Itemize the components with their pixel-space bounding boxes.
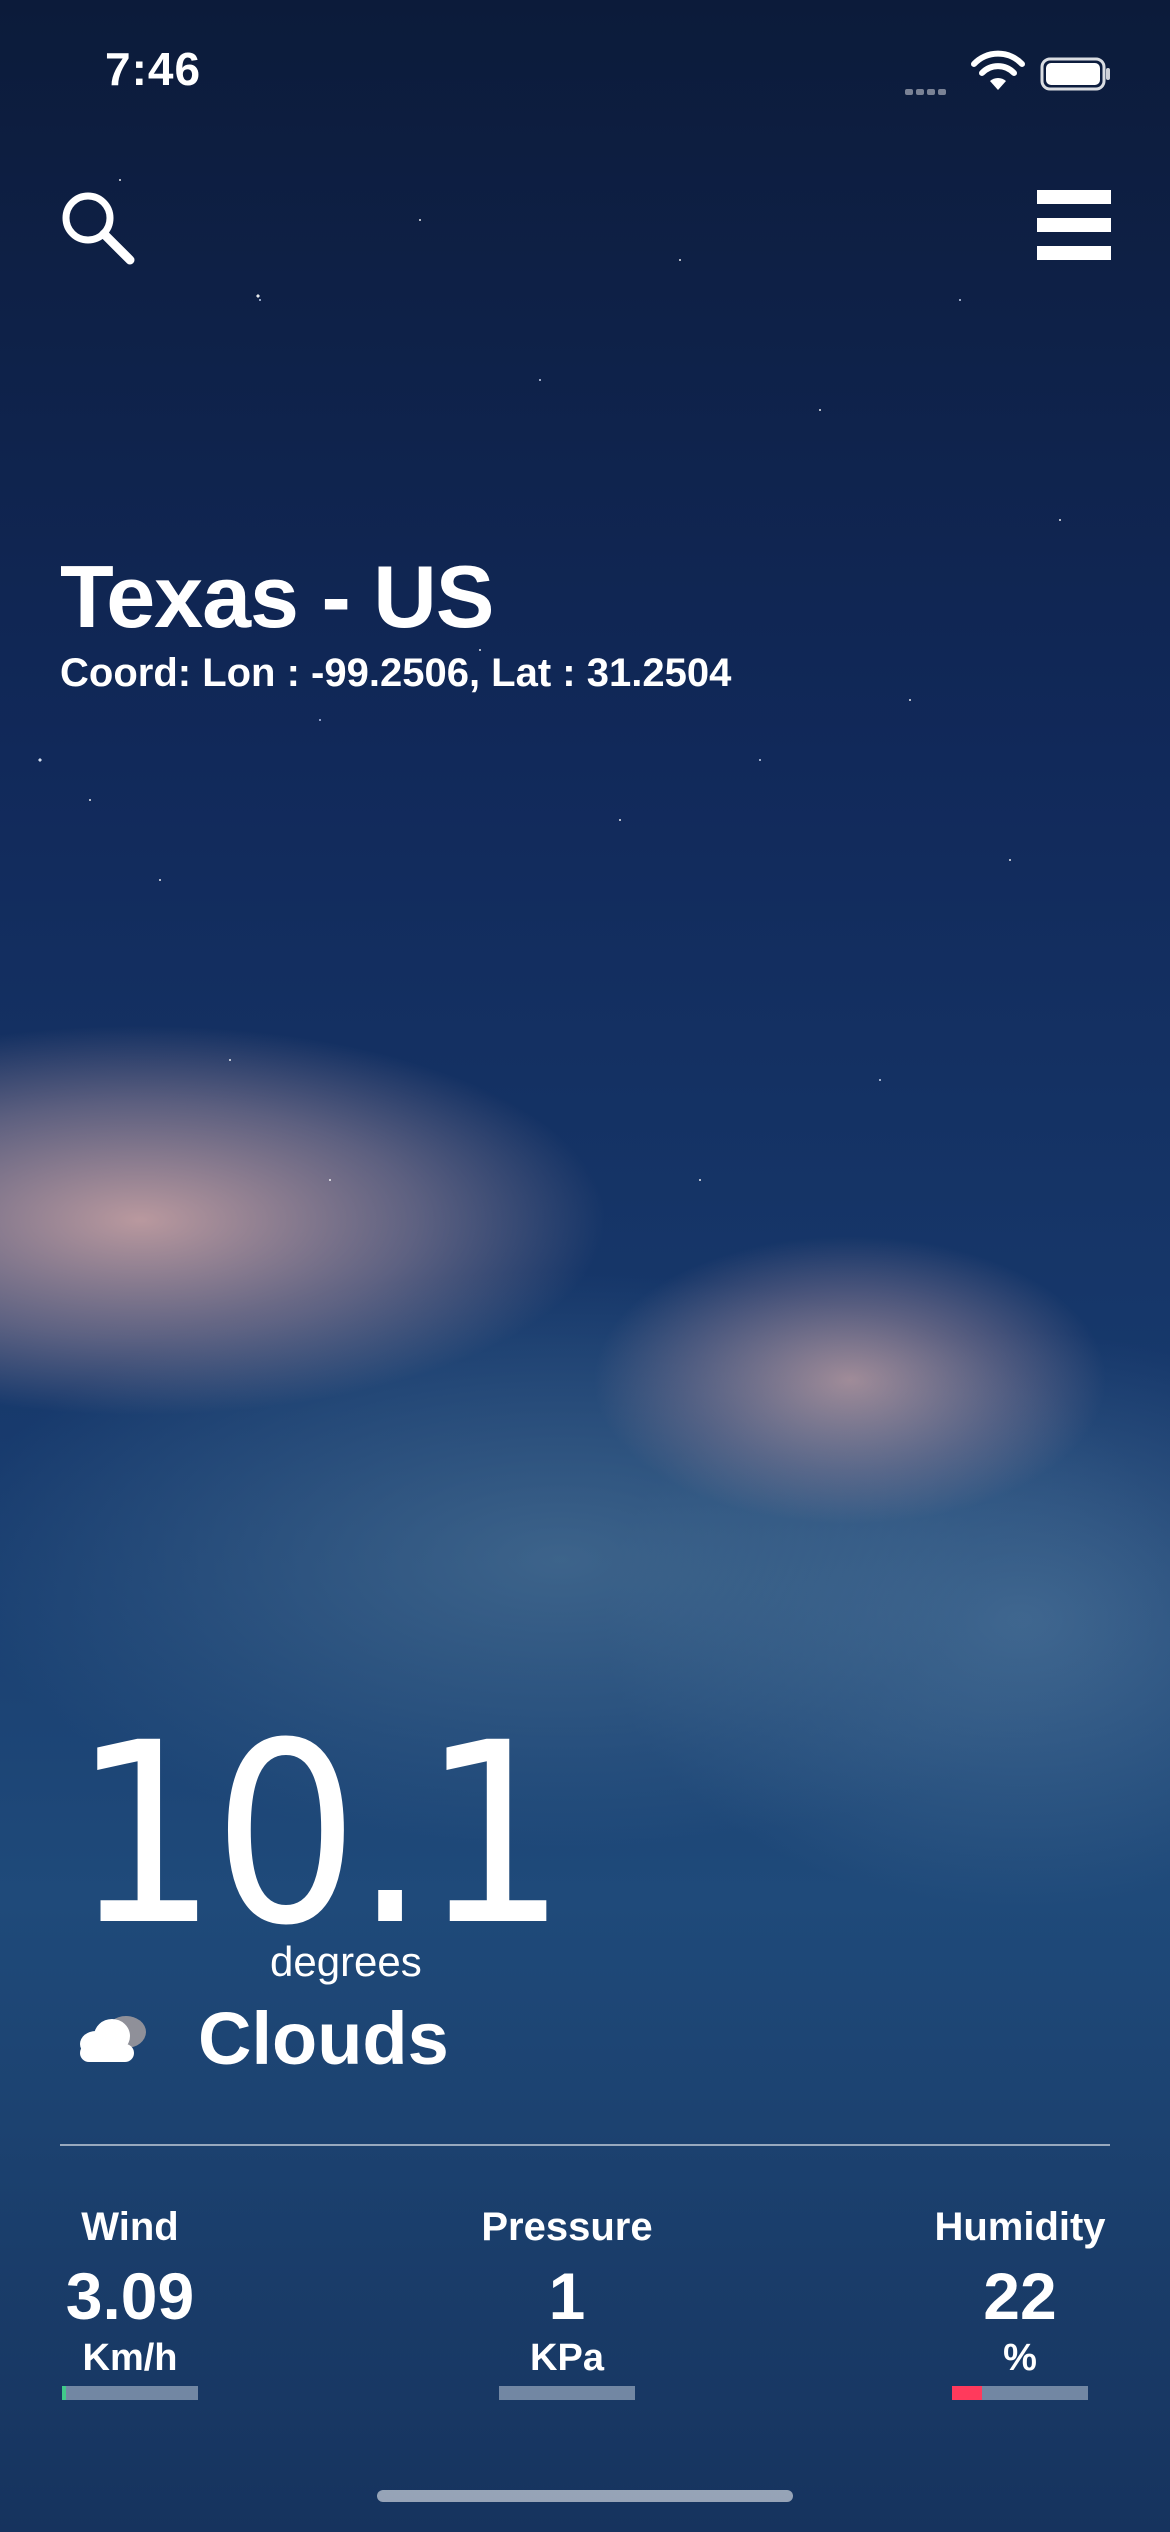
pressure-value: 1	[548, 2259, 586, 2333]
location-block: Texas - US Coord: Lon : -99.2506, Lat : …	[60, 548, 731, 698]
humidity-label: Humidity	[934, 2205, 1106, 2249]
condition-label: Clouds	[198, 1996, 449, 2080]
pressure-stat: Pressure 1 KPa	[457, 2200, 677, 2400]
weather-screen: 7:46 Texas - US Coord: Lon : -99.2506, L…	[0, 0, 1170, 2532]
wind-value: 3.09	[65, 2259, 195, 2333]
home-indicator[interactable]	[377, 2490, 793, 2502]
humidity-unit: %	[1003, 2337, 1037, 2379]
wind-level-fill	[62, 2386, 67, 2400]
pressure-unit: KPa	[530, 2337, 604, 2379]
location-title: Texas - US	[60, 547, 494, 646]
status-bar: 7:46	[0, 0, 1170, 140]
wind-unit: Km/h	[82, 2337, 178, 2379]
status-time: 7:46	[105, 43, 202, 95]
cloud-icon	[80, 2016, 146, 2062]
cellular-signal-icon	[905, 82, 955, 95]
humidity-value: 22	[983, 2259, 1057, 2333]
battery-icon	[1040, 57, 1110, 91]
search-icon[interactable]	[54, 184, 138, 268]
starry-sky-background	[0, 0, 1170, 2532]
hamburger-menu-icon[interactable]	[1035, 186, 1113, 264]
temperature-value: 10.1	[72, 1689, 568, 1980]
divider	[60, 2144, 1110, 2146]
location-coordinates: Coord: Lon : -99.2506, Lat : 31.2504	[60, 651, 732, 695]
wind-level-bar	[62, 2386, 198, 2400]
wind-stat: Wind 3.09 Km/h	[20, 2200, 240, 2400]
humidity-stat: Humidity 22 %	[910, 2200, 1130, 2400]
pressure-level-bar	[499, 2386, 635, 2400]
wifi-icon	[971, 50, 1025, 90]
temperature-unit: degrees	[270, 1938, 422, 1985]
humidity-level-fill	[952, 2386, 982, 2400]
humidity-level-bar	[952, 2386, 1088, 2400]
wind-label: Wind	[81, 2205, 179, 2249]
pressure-label: Pressure	[481, 2205, 653, 2249]
weather-condition: Clouds	[70, 1988, 449, 2088]
